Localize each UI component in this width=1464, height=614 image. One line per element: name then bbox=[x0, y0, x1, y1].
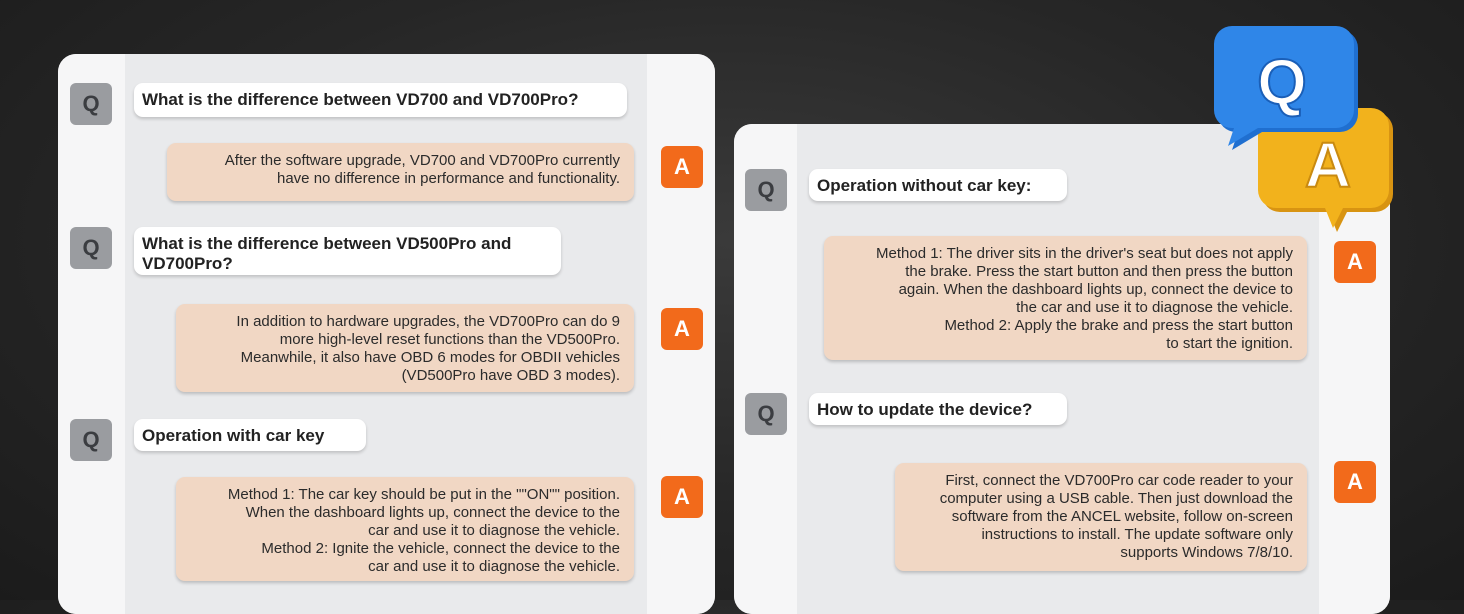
a-badge: A bbox=[661, 146, 703, 188]
a-badge: A bbox=[1334, 461, 1376, 503]
question-bubble: What is the difference between VD500Pro … bbox=[134, 227, 561, 275]
left-faq-card: Q What is the difference between VD700 a… bbox=[58, 54, 715, 614]
answer-bubble: In addition to hardware upgrades, the VD… bbox=[176, 304, 634, 392]
answer-bubble: After the software upgrade, VD700 and VD… bbox=[167, 143, 634, 201]
a-badge: A bbox=[661, 476, 703, 518]
left-question-lane bbox=[58, 54, 125, 614]
q-badge: Q bbox=[70, 227, 112, 269]
q-badge: Q bbox=[745, 393, 787, 435]
logo-q-letter: Q bbox=[1257, 46, 1307, 118]
q-badge: Q bbox=[745, 169, 787, 211]
question-bubble: How to update the device? bbox=[809, 393, 1067, 425]
answer-bubble: Method 1: The car key should be put in t… bbox=[176, 477, 634, 581]
q-badge: Q bbox=[70, 419, 112, 461]
a-badge: A bbox=[661, 308, 703, 350]
q-badge: Q bbox=[70, 83, 112, 125]
qa-chat-logo-icon: A Q bbox=[1214, 26, 1393, 232]
question-bubble: Operation with car key bbox=[134, 419, 366, 451]
a-badge: A bbox=[1334, 241, 1376, 283]
answer-bubble: Method 1: The driver sits in the driver'… bbox=[824, 236, 1307, 360]
logo-a-letter: A bbox=[1305, 129, 1351, 201]
question-bubble: Operation without car key: bbox=[809, 169, 1067, 201]
question-bubble: What is the difference between VD700 and… bbox=[134, 83, 627, 117]
answer-bubble: First, connect the VD700Pro car code rea… bbox=[895, 463, 1307, 571]
